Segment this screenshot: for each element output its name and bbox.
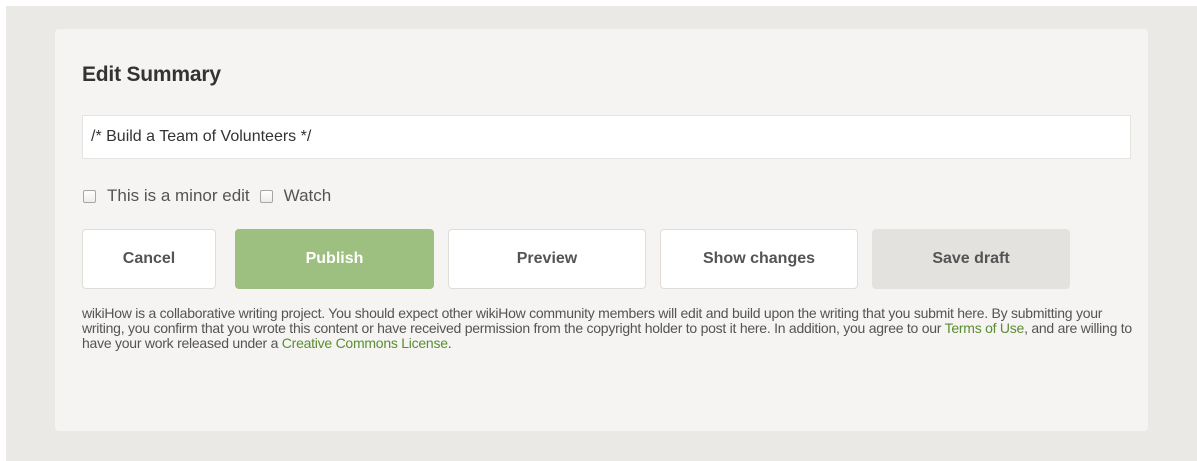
edit-summary-input[interactable] [82,115,1131,159]
disclaimer-text-3: . [447,335,452,351]
cancel-button[interactable]: Cancel [82,229,216,289]
terms-of-use-link[interactable]: Terms of Use [945,320,1025,336]
watch-label: Watch [283,186,332,205]
creative-commons-link[interactable]: Creative Commons License [282,335,448,351]
edit-summary-title: Edit Summary [82,63,221,86]
minor-edit-checkbox[interactable] [83,189,96,203]
save-draft-button[interactable]: Save draft [872,229,1070,289]
minor-edit-label: This is a minor edit [107,186,250,205]
watch-checkbox[interactable] [259,189,273,203]
preview-button[interactable]: Preview [448,229,646,289]
show-changes-button[interactable]: Show changes [660,229,858,289]
watch-option[interactable]: Watch [259,186,332,206]
license-disclaimer: wikiHow is a collaborative writing proje… [82,306,1132,351]
edit-options-row: This is a minor edit Watch [82,184,331,208]
minor-edit-option[interactable]: This is a minor edit [82,186,250,206]
publish-button[interactable]: Publish [235,229,434,289]
